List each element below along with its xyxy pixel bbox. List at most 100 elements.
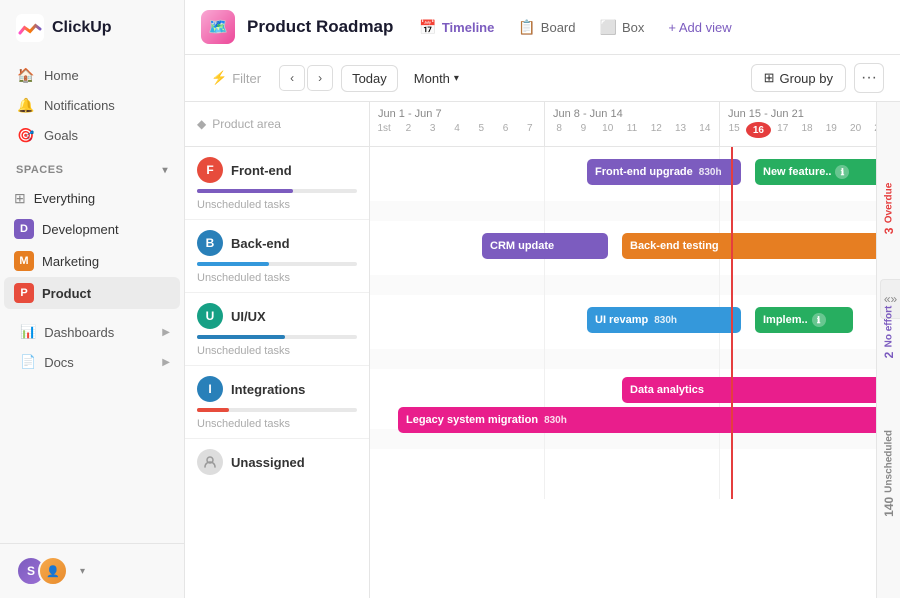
user-avatars[interactable]: S 👤 bbox=[16, 556, 68, 586]
unscheduled-indicator[interactable]: 140 Unscheduled bbox=[882, 430, 896, 517]
project-icon: 🗺️ bbox=[208, 17, 228, 37]
goals-label: Goals bbox=[44, 128, 78, 143]
sidebar-item-goals[interactable]: 🎯 Goals bbox=[8, 120, 176, 150]
sidebar: ClickUp 🏠 Home 🔔 Notifications 🎯 Goals S… bbox=[0, 0, 185, 598]
logo-area: ClickUp bbox=[0, 0, 184, 56]
label-row-frontend: F Front-end Unscheduled tasks bbox=[185, 147, 369, 220]
sidebar-item-dashboards[interactable]: 📊 Dashboards ▶ bbox=[4, 317, 180, 347]
sidebar-item-notifications[interactable]: 🔔 Notifications bbox=[8, 90, 176, 120]
integrations-name: Integrations bbox=[231, 382, 305, 397]
task-new-feature[interactable]: New feature.. ℹ bbox=[755, 159, 876, 185]
task-hours: 830h bbox=[544, 415, 567, 426]
right-sidebar: «» 3 Overdue 2 No effort 140 Unscheduled bbox=[876, 102, 900, 598]
prev-arrow[interactable]: ‹ bbox=[279, 65, 305, 91]
task-frontend-upgrade[interactable]: Front-end upgrade 830h bbox=[587, 159, 741, 185]
home-label: Home bbox=[44, 68, 79, 83]
tab-box[interactable]: ⬜ Box bbox=[590, 14, 655, 41]
grid-row-uiux: UI revamp 830h Implem.. ℹ bbox=[370, 295, 876, 369]
month-label: Month bbox=[414, 71, 450, 86]
task-legacy-migration[interactable]: Legacy system migration 830h bbox=[398, 407, 876, 433]
month-selector[interactable]: Month ▾ bbox=[406, 66, 467, 91]
docs-label: Docs bbox=[44, 355, 74, 370]
sidebar-item-home[interactable]: 🏠 Home bbox=[8, 60, 176, 90]
week-jun1: Jun 1 - Jun 7 1st 2 3 4 5 6 7 bbox=[370, 102, 545, 146]
task-label: CRM update bbox=[490, 240, 554, 252]
timeline-tab-icon: 📅 bbox=[419, 19, 436, 36]
row-labels: ◆ Product area F Front-end Unscheduled t… bbox=[185, 102, 370, 598]
week2-days: 8 9 10 11 12 13 14 bbox=[545, 122, 719, 135]
user-menu-chevron[interactable]: ▾ bbox=[80, 566, 85, 577]
task-label: UI revamp bbox=[595, 314, 648, 326]
filter-button[interactable]: ⚡ Filter bbox=[201, 65, 271, 91]
group-by-button[interactable]: ⊞ Group by bbox=[751, 64, 846, 92]
sidebar-item-development[interactable]: D Development bbox=[4, 213, 180, 245]
development-avatar: D bbox=[14, 219, 34, 239]
sidebar-item-everything[interactable]: ⊞ Everything bbox=[4, 184, 180, 213]
task-ui-revamp[interactable]: UI revamp 830h bbox=[587, 307, 741, 333]
unscheduled-label: Unscheduled bbox=[883, 430, 894, 493]
task-crm-update[interactable]: CRM update bbox=[482, 233, 608, 259]
frontend-avatar: F bbox=[197, 157, 223, 183]
project-title: Product Roadmap bbox=[247, 17, 393, 37]
date-header: Jun 1 - Jun 7 1st 2 3 4 5 6 7 Jun 8 - Ju… bbox=[370, 102, 876, 147]
unassigned-avatar bbox=[197, 449, 223, 475]
week2-label: Jun 8 - Jun 14 bbox=[545, 102, 719, 122]
today-button[interactable]: Today bbox=[341, 65, 398, 92]
integrations-avatar: I bbox=[197, 376, 223, 402]
avatar-img: 👤 bbox=[38, 556, 68, 586]
spaces-label: Spaces bbox=[16, 164, 63, 176]
backend-unscheduled: Unscheduled tasks bbox=[185, 270, 369, 292]
overdue-indicator[interactable]: 3 Overdue bbox=[882, 183, 896, 234]
backend-avatar: B bbox=[197, 230, 223, 256]
add-view-button[interactable]: + Add view bbox=[658, 15, 741, 40]
info-icon: ℹ bbox=[812, 313, 826, 327]
top-bar: 🗺️ Product Roadmap 📅 Timeline 📋 Board ⬜ … bbox=[185, 0, 900, 55]
board-tab-label: Board bbox=[541, 20, 576, 35]
week-jun8: Jun 8 - Jun 14 8 9 10 11 12 13 14 bbox=[545, 102, 720, 146]
nav-arrows: ‹ › bbox=[279, 65, 333, 91]
spaces-header: Spaces ▾ bbox=[0, 154, 184, 180]
box-tab-label: Box bbox=[622, 20, 644, 35]
week3-label: Jun 15 - Jun 21 bbox=[720, 102, 876, 122]
task-label: New feature.. bbox=[763, 166, 831, 178]
app-name: ClickUp bbox=[52, 19, 112, 37]
sidebar-item-marketing[interactable]: M Marketing bbox=[4, 245, 180, 277]
toolbar: ⚡ Filter ‹ › Today Month ▾ ⊞ Group by ··… bbox=[185, 55, 900, 102]
dashboards-chevron: ▶ bbox=[162, 327, 170, 338]
month-chevron: ▾ bbox=[454, 73, 459, 84]
grid-row-unassigned bbox=[370, 449, 876, 499]
task-label: Back-end testing bbox=[630, 240, 719, 252]
task-hours: 830h bbox=[699, 167, 722, 178]
label-row-uiux: U UI/UX Unscheduled tasks bbox=[185, 293, 369, 366]
everything-icon: ⊞ bbox=[14, 190, 26, 207]
more-options-button[interactable]: ··· bbox=[854, 63, 884, 93]
integrations-unscheduled: Unscheduled tasks bbox=[185, 416, 369, 438]
task-backend-testing[interactable]: Back-end testing bbox=[622, 233, 876, 259]
timeline-area: ◆ Product area F Front-end Unscheduled t… bbox=[185, 102, 900, 598]
noeffort-label: No effort bbox=[883, 306, 894, 348]
group-by-label: Group by bbox=[780, 71, 833, 86]
week-jun15: Jun 15 - Jun 21 15 16 17 18 19 20 21 bbox=[720, 102, 876, 146]
grid-row-integrations: Data analytics Legacy system migration 8… bbox=[370, 369, 876, 449]
label-row-integrations: I Integrations Unscheduled tasks bbox=[185, 366, 369, 439]
sidebar-item-docs[interactable]: 📄 Docs ▶ bbox=[4, 347, 180, 377]
task-implement[interactable]: Implem.. ℹ bbox=[755, 307, 853, 333]
sidebar-bottom: S 👤 ▾ bbox=[0, 543, 184, 598]
uiux-avatar: U bbox=[197, 303, 223, 329]
board-tab-icon: 📋 bbox=[518, 19, 535, 36]
grid-row-frontend: Front-end upgrade 830h New feature.. ℹ bbox=[370, 147, 876, 221]
docs-chevron: ▶ bbox=[162, 357, 170, 368]
next-arrow[interactable]: › bbox=[307, 65, 333, 91]
uiux-name: UI/UX bbox=[231, 309, 266, 324]
tab-timeline[interactable]: 📅 Timeline bbox=[409, 14, 504, 41]
spaces-chevron[interactable]: ▾ bbox=[162, 165, 168, 176]
filter-label: Filter bbox=[232, 71, 261, 86]
noeffort-count: 2 bbox=[882, 352, 896, 359]
task-data-analytics[interactable]: Data analytics bbox=[622, 377, 876, 403]
tab-board[interactable]: 📋 Board bbox=[508, 14, 585, 41]
overdue-label: Overdue bbox=[883, 183, 894, 224]
sidebar-item-product[interactable]: P Product bbox=[4, 277, 180, 309]
group-by-icon: ⊞ bbox=[764, 70, 775, 86]
label-row-backend: B Back-end Unscheduled tasks bbox=[185, 220, 369, 293]
no-effort-indicator[interactable]: 2 No effort bbox=[882, 306, 896, 358]
